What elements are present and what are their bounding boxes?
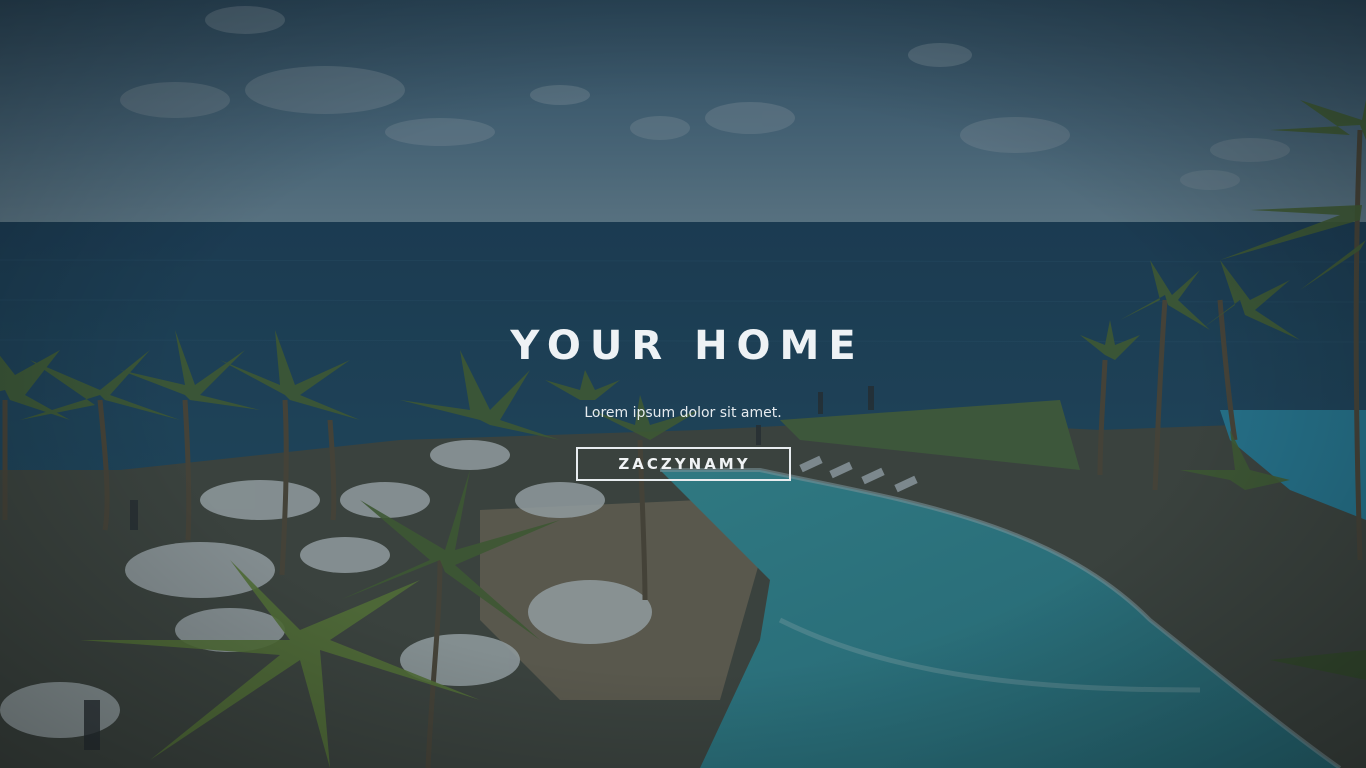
hero-title: YOUR HOME bbox=[510, 323, 865, 369]
start-button[interactable]: ZACZYNAMY bbox=[575, 447, 791, 481]
hero-content: YOUR HOME Lorem ipsum dolor sit amet. ZA… bbox=[0, 322, 1366, 481]
hero-subtitle: Lorem ipsum dolor sit amet. bbox=[584, 405, 782, 421]
hero-section: YOUR HOME Lorem ipsum dolor sit amet. ZA… bbox=[0, 0, 1366, 768]
